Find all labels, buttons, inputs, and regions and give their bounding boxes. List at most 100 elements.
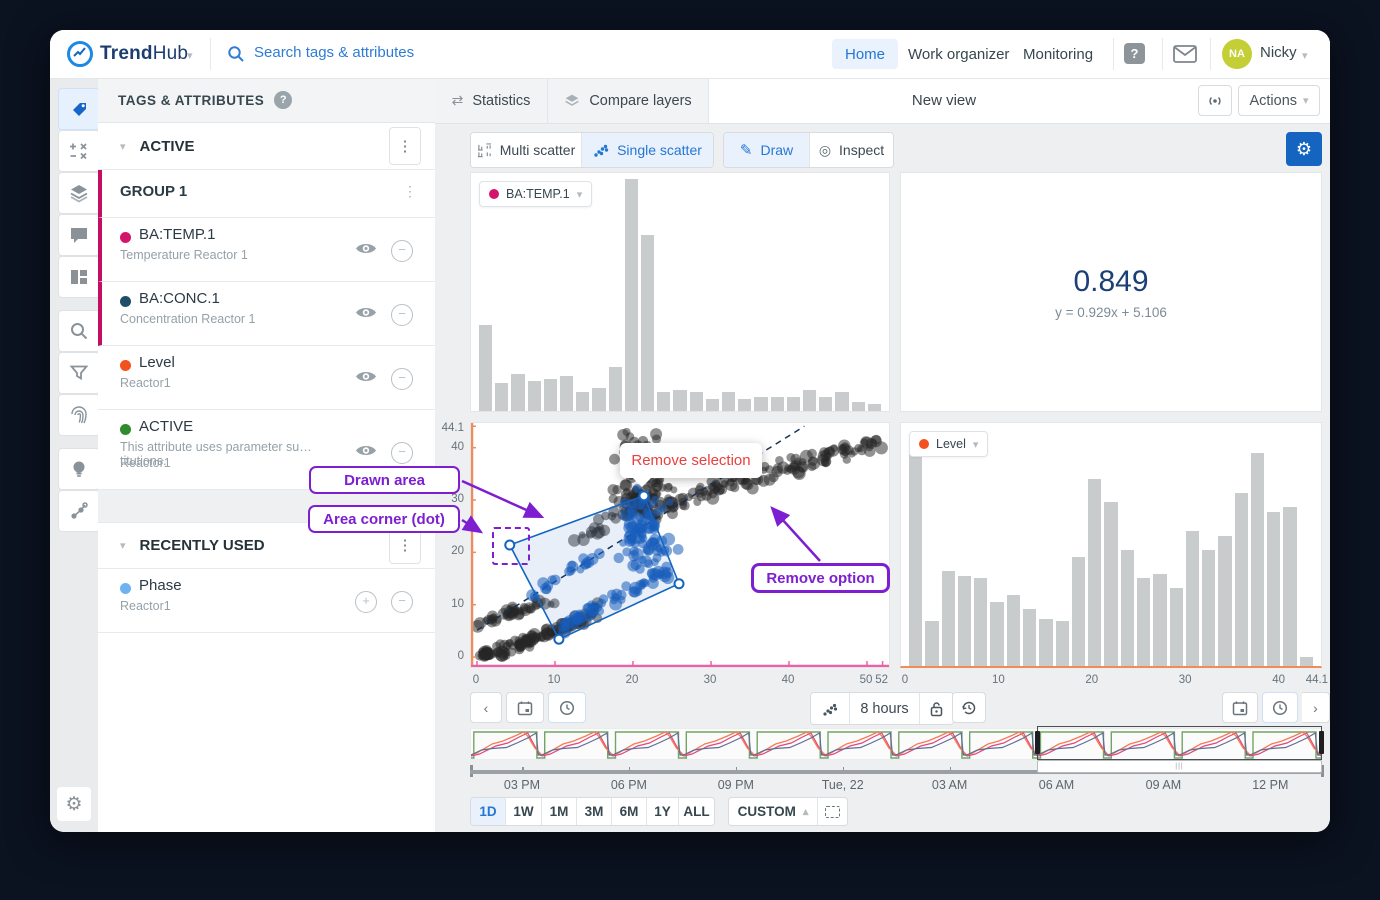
draw-inspect-group: ✎ Draw ◎ Inspect — [723, 132, 894, 168]
histogram-bar — [909, 436, 922, 666]
clock-button-left[interactable] — [548, 692, 586, 723]
timeline-drag-bar[interactable]: ||| — [1037, 760, 1322, 773]
remove-tag-icon[interactable]: − — [391, 368, 413, 390]
histogram-bar — [868, 404, 881, 411]
histogram-bar — [641, 235, 654, 411]
scatter-y-axis-labels: 44.1403020100 — [432, 422, 464, 668]
add-tag-icon[interactable]: + — [355, 591, 377, 613]
x-axis-legend[interactable]: BA:TEMP.1 ▾ — [479, 181, 592, 207]
actions-button[interactable]: Actions ▾ — [1238, 85, 1320, 116]
single-scatter-button[interactable]: Single scatter — [581, 133, 713, 167]
tab-statistics[interactable]: ⇄ Statistics — [435, 78, 548, 123]
inspect-button[interactable]: ◎ Inspect — [809, 133, 893, 167]
range-all[interactable]: ALL — [678, 798, 714, 825]
correlation-value: 0.849 — [1073, 265, 1148, 299]
logo-chevron-down-icon[interactable]: ▾ — [187, 49, 193, 62]
step-forward-button[interactable]: › — [1302, 692, 1330, 723]
single-scatter-label: Single scatter — [617, 142, 702, 158]
history-button[interactable] — [952, 692, 986, 723]
avatar[interactable]: NA — [1222, 39, 1252, 69]
range-3m[interactable]: 3M — [576, 798, 611, 825]
remove-tag-icon[interactable]: − — [391, 304, 413, 326]
annotation-area-corner: Area corner (dot) — [308, 505, 460, 533]
draw-button[interactable]: ✎ Draw — [724, 133, 809, 167]
rail-search-button[interactable] — [58, 310, 100, 352]
nav-home[interactable]: Home — [832, 39, 898, 69]
timeline-selection[interactable] — [1037, 726, 1322, 760]
settings-button[interactable]: ⚙ — [57, 787, 91, 821]
histogram-bar — [771, 397, 784, 411]
chart-settings-button[interactable]: ⚙ — [1286, 132, 1322, 166]
annotation-text: Drawn area — [344, 472, 425, 489]
histogram-bar — [511, 374, 524, 411]
clock-button-right[interactable] — [1262, 692, 1298, 723]
remove-tag-icon[interactable]: − — [391, 442, 413, 464]
rail-fingerprint-button[interactable] — [58, 394, 100, 436]
rail-scatter-button[interactable] — [58, 490, 100, 532]
help-circle-icon[interactable]: ? — [274, 91, 292, 109]
search-input[interactable] — [252, 43, 512, 62]
remove-tag-icon[interactable]: − — [391, 240, 413, 262]
rail-comments-button[interactable] — [58, 214, 100, 256]
tag-row-ba-temp[interactable]: BA:TEMP.1 Temperature Reactor 1 − — [98, 218, 435, 282]
calendar-button-right[interactable] — [1222, 692, 1258, 723]
rail-tags-button[interactable] — [58, 88, 100, 130]
lock-button[interactable] — [919, 693, 953, 724]
histogram-bar — [835, 392, 848, 411]
multi-scatter-button[interactable]: Multi scatter — [471, 133, 581, 167]
help-icon[interactable]: ? — [1124, 43, 1145, 64]
active-menu-button[interactable]: ⋮ — [389, 127, 421, 165]
group-label: GROUP 1 — [120, 183, 187, 200]
section-active[interactable]: ▾ ACTIVE ⋮ — [98, 123, 435, 170]
user-name[interactable]: Nicky — [1260, 44, 1297, 61]
rail-dashboard-button[interactable] — [58, 256, 100, 298]
range-1w[interactable]: 1W — [505, 798, 541, 825]
custom-frame-button[interactable] — [817, 798, 847, 825]
remove-tag-icon[interactable]: − — [391, 591, 413, 613]
step-back-button[interactable]: ‹ — [470, 692, 502, 723]
calendar-button-left[interactable] — [506, 692, 544, 723]
histogram-bar — [754, 397, 767, 411]
tag-row-level[interactable]: Level Reactor1 − — [98, 346, 435, 410]
rail-formulas-button[interactable] — [58, 130, 100, 172]
trendhub-logo[interactable] — [66, 40, 94, 73]
forward-arrow-icon: › — [1313, 700, 1318, 716]
mail-icon[interactable] — [1173, 45, 1197, 68]
visibility-eye-icon[interactable] — [355, 443, 377, 463]
duration-button[interactable]: 8 hours — [849, 693, 919, 724]
range-1y[interactable]: 1Y — [646, 798, 678, 825]
range-preset-group: 1D 1W 1M 3M 6M 1Y ALL — [470, 797, 715, 826]
y-axis-legend[interactable]: Level ▾ — [909, 431, 988, 457]
tag-row-phase[interactable]: Phase Reactor1 + − — [98, 569, 435, 633]
group-header[interactable]: GROUP 1 ⋮ — [98, 170, 435, 218]
histogram-bar — [1300, 657, 1313, 666]
chevron-down-icon[interactable]: ▾ — [120, 140, 126, 153]
rail-layers-button[interactable] — [58, 172, 100, 214]
custom-range-button[interactable]: CUSTOM ▴ — [729, 798, 817, 825]
nav-monitoring[interactable]: Monitoring — [1010, 39, 1106, 69]
scatter-time-button[interactable] — [811, 693, 849, 724]
group-kebab-icon[interactable]: ⋮ — [403, 183, 417, 200]
user-chevron-down-icon[interactable]: ▾ — [1302, 49, 1308, 62]
chevron-down-icon[interactable]: ▾ — [120, 539, 126, 552]
regression-formula: y = 0.929x + 5.106 — [1055, 305, 1167, 320]
histogram-bar — [576, 392, 589, 411]
rail-recommendations-button[interactable] — [58, 448, 100, 490]
visibility-eye-icon[interactable] — [355, 241, 377, 261]
histogram-bar — [657, 392, 670, 411]
visibility-eye-icon[interactable] — [355, 305, 377, 325]
tab-compare-layers[interactable]: Compare layers — [548, 78, 709, 123]
tag-row-ba-conc[interactable]: BA:CONC.1 Concentration Reactor 1 − — [98, 282, 435, 346]
range-1d[interactable]: 1D — [471, 798, 505, 825]
visibility-eye-icon[interactable] — [355, 369, 377, 389]
range-6m[interactable]: 6M — [611, 798, 646, 825]
selection-handle-right[interactable] — [1319, 731, 1324, 754]
selection-handle-left[interactable] — [1035, 731, 1040, 754]
broadcast-button[interactable] — [1198, 85, 1232, 116]
range-1m[interactable]: 1M — [541, 798, 576, 825]
nav-work-organizer[interactable]: Work organizer — [895, 39, 1022, 69]
rail-filter-button[interactable] — [58, 352, 100, 394]
remove-selection-tooltip[interactable]: Remove selection — [620, 443, 762, 478]
y-tick-label: 30 — [451, 493, 464, 505]
x-tick-label: 50 — [860, 674, 873, 686]
